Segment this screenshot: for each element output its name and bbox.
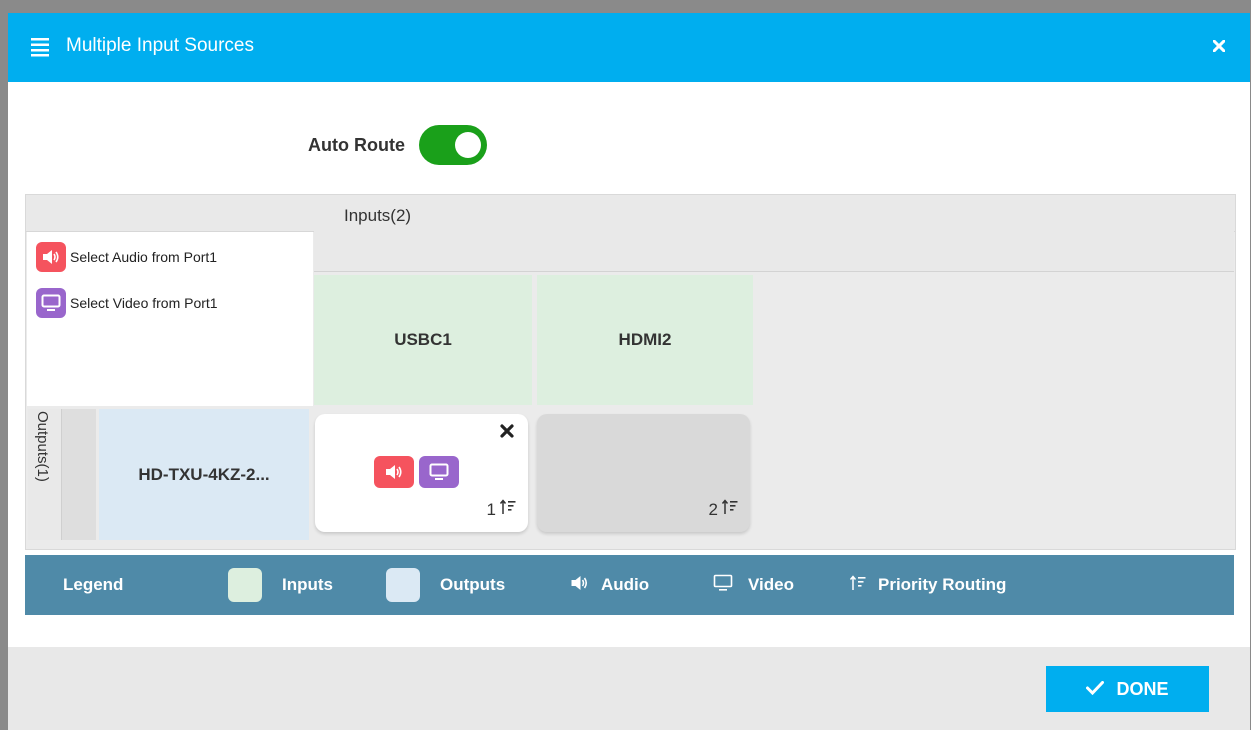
- inputs-strip: [314, 231, 1234, 272]
- legend-priority-label: Priority Routing: [878, 575, 1007, 594]
- route-media-chips: [374, 456, 459, 488]
- monitor-icon: [36, 288, 66, 318]
- speaker-icon: [570, 575, 589, 596]
- select-video-label: Select Video from Port1: [70, 295, 218, 311]
- route-cell-usbc1[interactable]: 1: [315, 414, 528, 532]
- speaker-icon[interactable]: [374, 456, 414, 488]
- inputs-header-label: Inputs(2): [344, 206, 412, 225]
- legend-title: Legend: [63, 575, 124, 594]
- output-hd-txu[interactable]: HD-TXU-4KZ-2...: [99, 409, 309, 540]
- dialog-footer: DONE: [8, 647, 1250, 730]
- input-usbc1[interactable]: USBC1: [314, 275, 532, 405]
- legend-video: Video: [712, 555, 794, 615]
- priority-sort-icon: [499, 499, 516, 520]
- legend-priority: Priority Routing: [849, 555, 1007, 615]
- select-video-option[interactable]: Select Video from Port1: [36, 288, 218, 318]
- auto-route-label: Auto Route: [308, 134, 405, 155]
- outputs-header: Outputs(1): [28, 409, 61, 540]
- auto-route-toggle[interactable]: [418, 125, 487, 165]
- close-icon[interactable]: [1208, 35, 1230, 57]
- legend-outputs: Outputs: [386, 555, 505, 615]
- priority-sort-icon: [721, 499, 738, 520]
- outputs-header-label: Outputs(1): [34, 411, 51, 482]
- multiple-input-sources-dialog: Multiple Input Sources Auto Route Inputs…: [8, 13, 1250, 730]
- speaker-icon: [36, 242, 66, 272]
- priority-indicator: 1: [487, 499, 516, 520]
- legend-inputs: Inputs: [228, 555, 333, 615]
- dialog-title: Multiple Input Sources: [66, 35, 254, 56]
- done-label: DONE: [1116, 678, 1169, 699]
- monitor-icon[interactable]: [419, 456, 459, 488]
- list-icon: [31, 37, 49, 57]
- legend-outputs-label: Outputs: [440, 575, 506, 594]
- inputs-swatch: [228, 568, 262, 602]
- priority-number: 1: [486, 499, 496, 519]
- priority-number: 2: [708, 499, 718, 519]
- inputs-header: Inputs(2): [26, 195, 1235, 232]
- check-icon: [1086, 679, 1105, 700]
- legend-video-label: Video: [748, 575, 794, 594]
- outputs-spacer: [61, 409, 96, 540]
- input-hdmi2[interactable]: HDMI2: [537, 275, 753, 405]
- legend-audio-label: Audio: [601, 575, 650, 594]
- priority-sort-icon: [849, 574, 866, 596]
- auto-route-control: Auto Route: [308, 125, 487, 165]
- close-icon[interactable]: [500, 424, 514, 443]
- select-panel: Select Audio from Port1 Select Video fro…: [27, 232, 313, 406]
- outputs-swatch: [386, 568, 420, 602]
- dialog-header: Multiple Input Sources: [8, 13, 1250, 82]
- route-cell-hdmi2[interactable]: 2: [537, 414, 750, 532]
- toggle-knob: [454, 132, 481, 158]
- done-button[interactable]: DONE: [1046, 666, 1209, 712]
- routing-matrix: Inputs(2) Select Audio from Port1 Select…: [25, 194, 1236, 550]
- select-audio-label: Select Audio from Port1: [70, 249, 218, 265]
- legend-inputs-label: Inputs: [282, 575, 333, 594]
- monitor-icon: [712, 574, 734, 597]
- select-audio-option[interactable]: Select Audio from Port1: [36, 242, 217, 272]
- legend-audio: Audio: [570, 555, 649, 615]
- legend-bar: Legend Inputs Outputs Audio Video Priori…: [25, 555, 1234, 615]
- priority-indicator: 2: [709, 499, 738, 520]
